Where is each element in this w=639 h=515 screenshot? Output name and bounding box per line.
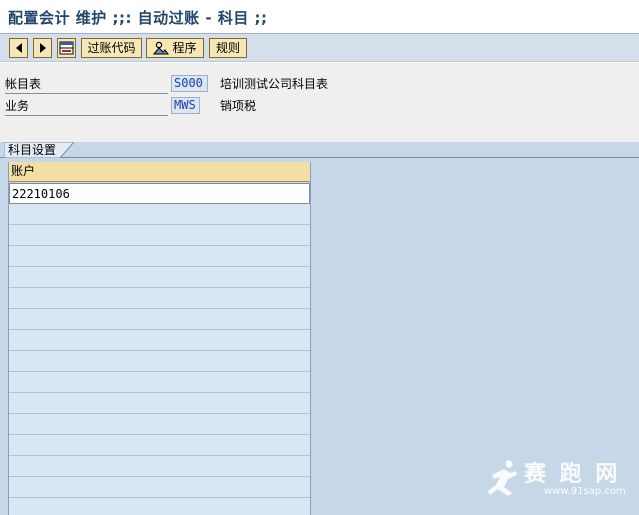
person-mountain-icon — [153, 41, 170, 55]
column-header-account[interactable]: 账户 — [9, 162, 310, 182]
posting-key-button[interactable]: 过账代码 — [81, 38, 142, 58]
table-row[interactable] — [9, 309, 310, 330]
table-row[interactable] — [9, 351, 310, 372]
procedure-button[interactable]: 程序 — [146, 38, 204, 58]
table-row[interactable] — [9, 225, 310, 246]
table-row[interactable] — [9, 456, 310, 477]
watermark-text: 赛 跑 网 — [524, 461, 621, 487]
tab-strip: 科目设置 — [0, 142, 639, 158]
runner-logo-icon — [488, 460, 517, 496]
chart-of-accounts-label: 帐目表 — [5, 76, 168, 94]
rules-button[interactable]: 规则 — [209, 38, 247, 58]
table-row[interactable] — [9, 477, 310, 498]
table-row[interactable] — [9, 414, 310, 435]
transaction-field[interactable]: MWS — [171, 97, 200, 114]
table-row[interactable] — [9, 267, 310, 288]
watermark-url: www.91sap.com — [544, 486, 626, 497]
tab-label: 科目设置 — [8, 143, 57, 157]
table-row[interactable] — [9, 372, 310, 393]
procedure-label: 程序 — [172, 41, 197, 55]
table-row[interactable] — [9, 330, 310, 351]
table-row[interactable] — [9, 288, 310, 309]
previous-entry-button[interactable] — [9, 38, 28, 58]
table-row[interactable] — [9, 246, 310, 267]
next-entry-button[interactable] — [33, 38, 52, 58]
watermark: 赛 跑 网 www.91sap.com — [486, 455, 636, 503]
triangle-right-icon — [39, 43, 46, 53]
header-fields: 帐目表 S000 培训测试公司科目表 业务 MWS 销项税 — [0, 63, 639, 142]
table-view-icon — [59, 41, 74, 55]
title-bar: 配置会计 维护 ;;: 自动过账 - 科目 ;; — [0, 0, 639, 34]
table-view-button[interactable] — [57, 38, 76, 58]
application-toolbar: 过账代码 程序 规则 — [0, 34, 639, 62]
account-assignment-area: 科目设置 账户 22210106 赛 跑 网 www.91sap.com — [0, 142, 639, 515]
transaction-label: 业务 — [5, 98, 168, 116]
window-title: 配置会计 维护 ;;: 自动过账 - 科目 ;; — [8, 9, 268, 27]
rules-label: 规则 — [215, 41, 240, 55]
account-table: 账户 22210106 — [8, 162, 311, 515]
chart-of-accounts-description: 培训测试公司科目表 — [220, 77, 329, 91]
table-row[interactable] — [9, 498, 310, 515]
posting-key-label: 过账代码 — [87, 41, 136, 55]
transaction-description: 销项税 — [220, 99, 257, 113]
tab-strip-line — [0, 157, 639, 158]
table-row[interactable]: 22210106 — [9, 183, 310, 204]
table-row[interactable] — [9, 204, 310, 225]
table-row[interactable] — [9, 393, 310, 414]
triangle-left-icon — [15, 43, 22, 53]
table-row[interactable] — [9, 435, 310, 456]
chart-of-accounts-field[interactable]: S000 — [171, 75, 208, 92]
